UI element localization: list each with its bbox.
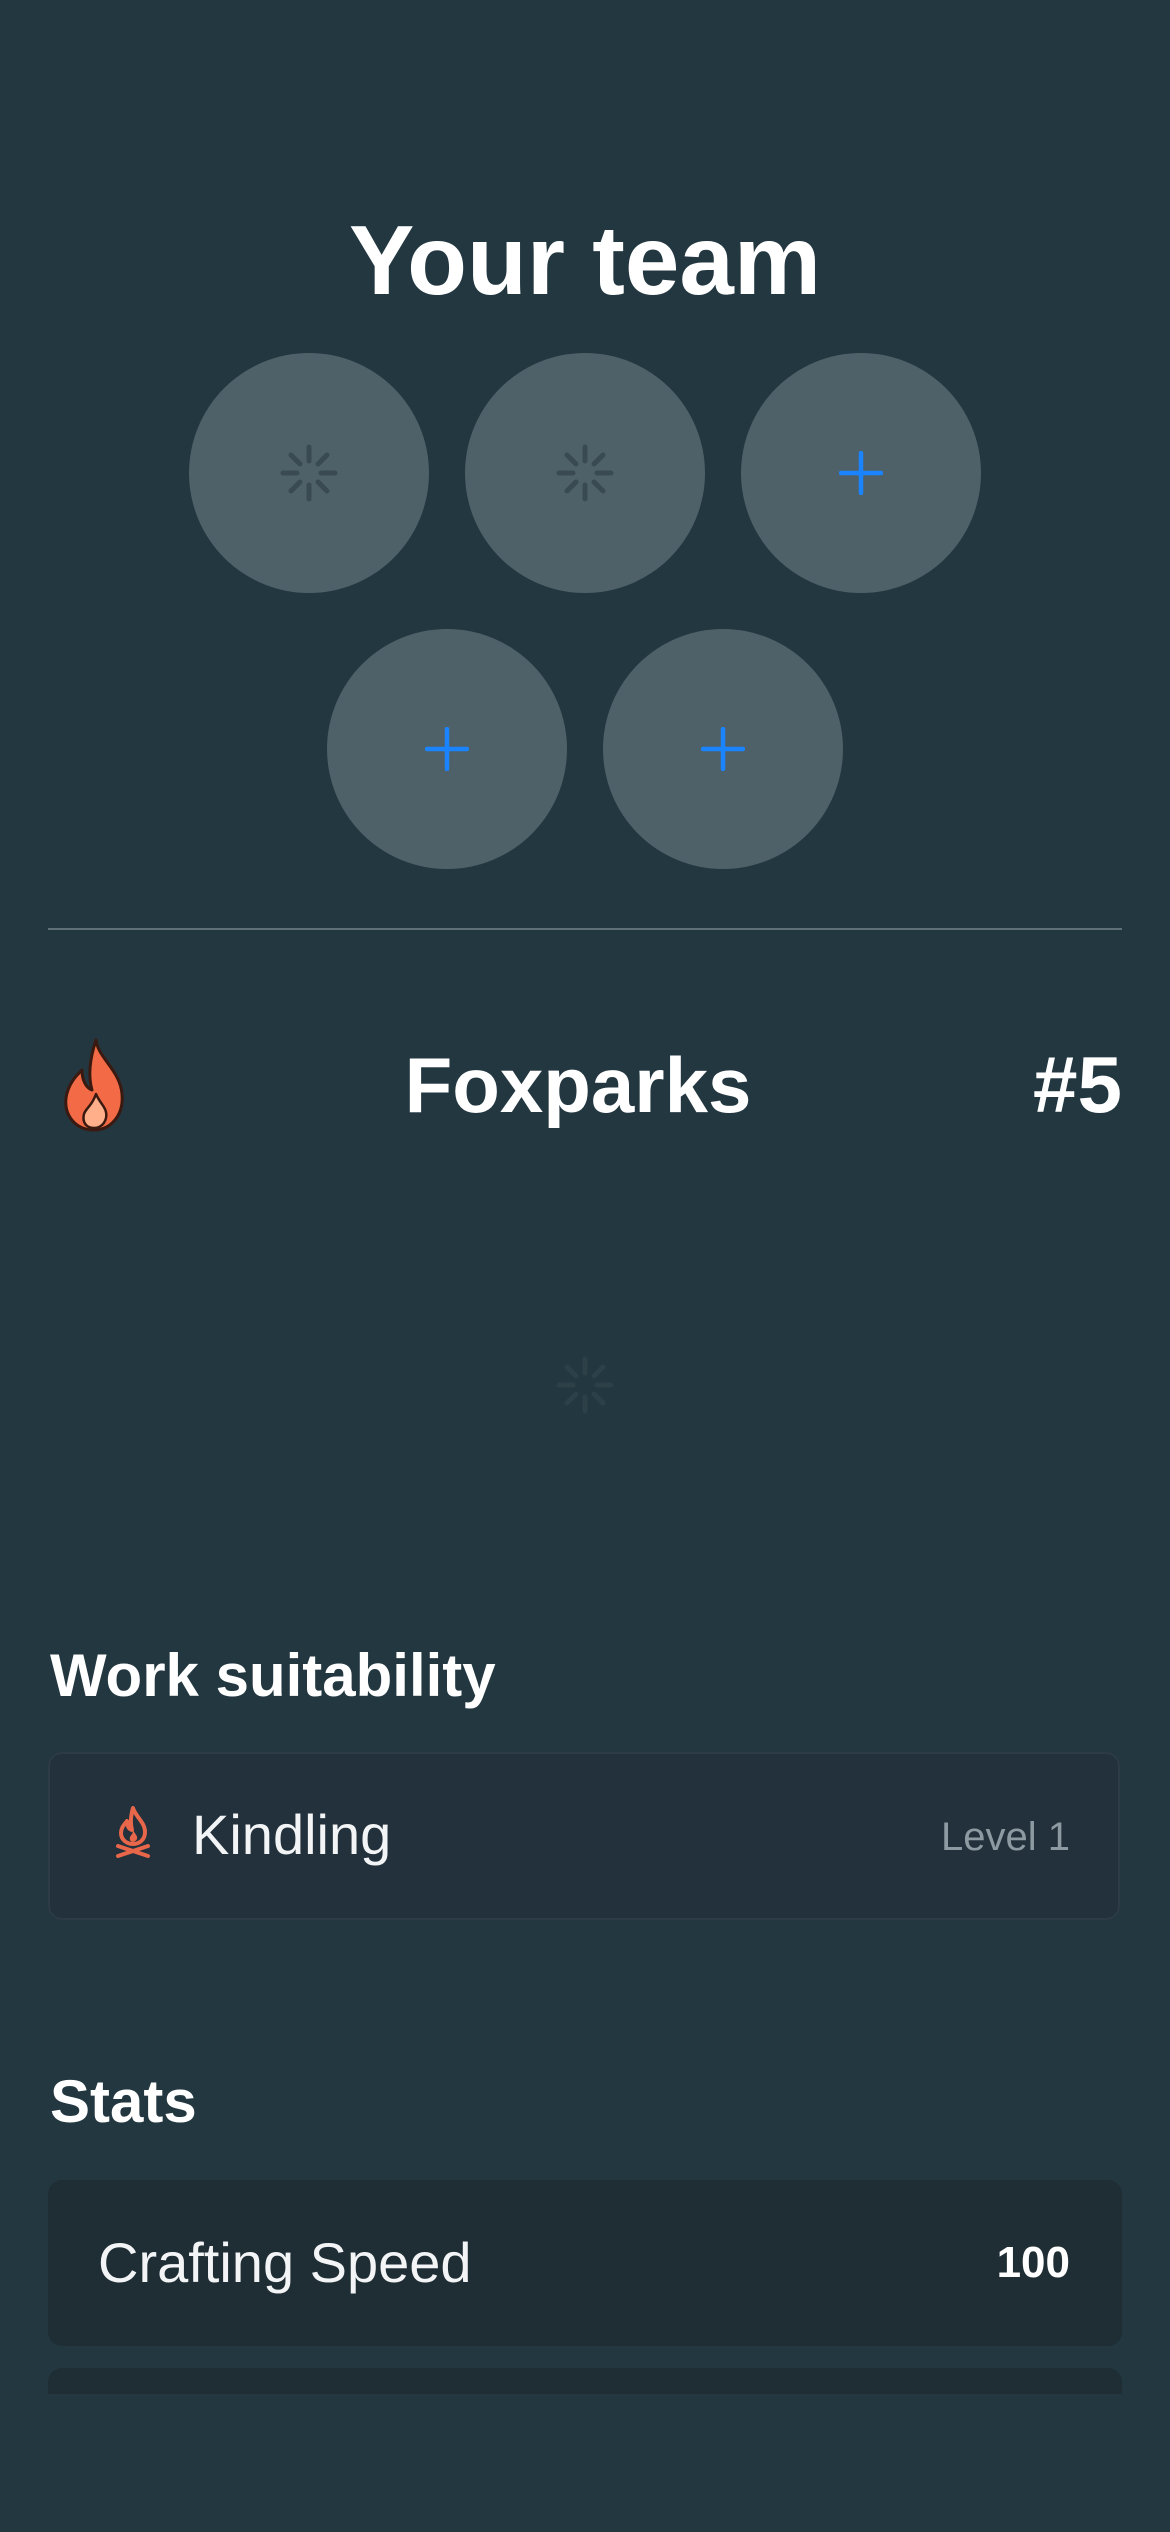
pal-name: Foxparks xyxy=(404,1041,752,1129)
stat-row xyxy=(48,2368,1122,2394)
work-suitability-label: Kindling xyxy=(192,1803,392,1866)
stat-label: Crafting Speed xyxy=(98,2231,472,2294)
work-suitability-level: Level 1 xyxy=(941,1815,1070,1859)
pal-detail-screen: Your team Foxparks #5 Work suitability K… xyxy=(0,0,1170,2532)
divider xyxy=(48,928,1122,930)
pal-number: #5 xyxy=(1033,1040,1122,1129)
spinner-icon xyxy=(556,444,614,502)
stats-title: Stats xyxy=(50,2068,197,2135)
stat-row: Crafting Speed 100 xyxy=(48,2180,1122,2346)
pal-header: Foxparks #5 xyxy=(48,1030,1122,1150)
kindling-icon xyxy=(116,1806,150,1858)
team-slot-add-button[interactable] xyxy=(327,629,567,869)
spinner-icon xyxy=(280,444,338,502)
stat-value: 100 xyxy=(996,2238,1070,2287)
team-slot-loading[interactable] xyxy=(465,353,705,593)
team-title: Your team xyxy=(349,205,821,315)
team-slot-add-button[interactable] xyxy=(603,629,843,869)
spinner-icon xyxy=(556,1356,614,1414)
plus-icon xyxy=(839,451,883,495)
plus-icon xyxy=(701,727,745,771)
team-slot-loading[interactable] xyxy=(189,353,429,593)
plus-icon xyxy=(425,727,469,771)
team-slot-add-button[interactable] xyxy=(741,353,981,593)
work-suitability-item[interactable]: Kindling Level 1 xyxy=(48,1752,1120,1920)
work-suitability-title: Work suitability xyxy=(50,1642,496,1709)
